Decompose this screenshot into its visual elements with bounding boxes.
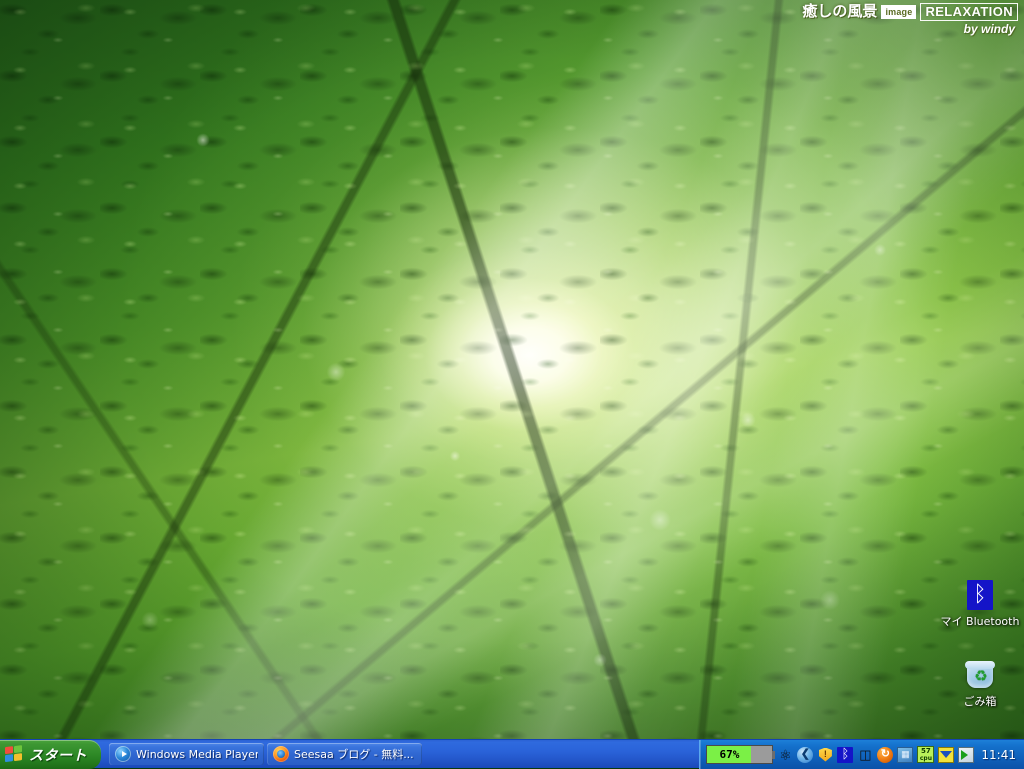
recycle-bin-icon: ♻ [938,658,1022,692]
taskbar: スタート Windows Media Player Seesaa ブログ - 無… [0,739,1024,768]
refresh-circle-icon[interactable]: ↻ [877,747,893,763]
battery-meter-icon[interactable]: 67% [706,745,773,764]
windows-flag-icon [5,744,24,764]
volume-icon[interactable] [938,747,954,763]
taskbar-button-label: Seesaa ブログ - 無料... [294,748,414,761]
windows-media-player-icon [115,746,131,762]
bluetooth-icon[interactable]: ᛒ [837,747,853,763]
canopy-leaf-highlights [0,0,1024,739]
canopy-leaf-texture-dark [0,0,1024,739]
desktop-icon-label: ごみ箱 [938,695,1022,708]
battery-percent-label: 67% [719,749,739,760]
sun-rays-overlay [0,0,1024,739]
tray-clock[interactable]: 11:41 [981,748,1016,762]
bokeh-sparkles [0,0,1024,739]
eject-device-icon[interactable]: ◫ [857,747,873,763]
watermark-author: by windy [802,23,1015,36]
cpu-meter-label: cpu [920,755,932,762]
desktop-icon-recycle-bin[interactable]: ♻ ごみ箱 [938,658,1022,708]
start-button-label: スタート [29,745,87,765]
task-button-list: Windows Media Player Seesaa ブログ - 無料... [101,740,699,768]
watermark-brand: RELAXATION [920,3,1018,21]
bluetooth-icon: ᛒ [938,578,1022,612]
chevron-left-icon[interactable]: ❮ [797,747,813,763]
firefox-icon [273,746,289,762]
taskbar-button-label: Windows Media Player [136,748,258,761]
watermark-title: 癒しの風景 [802,4,877,20]
desktop-wallpaper[interactable]: 癒しの風景 image RELAXATION by windy ᛒ マイ Blu… [0,0,1024,739]
taskbar-button-windows-media-player[interactable]: Windows Media Player [109,743,264,765]
shield-warning-icon[interactable]: ! [817,747,833,763]
cpu-meter-icon[interactable]: 57 cpu [917,746,934,763]
desktop-icon-label: マイ Bluetooth [938,615,1022,628]
canopy-branches [0,0,1024,739]
taskbar-button-seesaa-blog[interactable]: Seesaa ブログ - 無料... [267,743,422,765]
network-icon[interactable]: ▦ [897,747,913,763]
vignette-overlay [0,0,1024,739]
start-button[interactable]: スタート [0,740,101,769]
system-tray: 67% ⚛ ❮ ! ᛒ ◫ ↻ ▦ 57 cpu 11:41 [699,740,1024,769]
power-plug-icon[interactable]: ⚛ [777,747,793,763]
wallpaper-watermark: 癒しの風景 image RELAXATION by windy [802,3,1018,36]
watermark-badge: image [881,5,916,19]
folder-play-icon[interactable] [958,747,974,763]
cpu-meter-value: 57 [921,748,931,755]
desktop-icon-my-bluetooth[interactable]: ᛒ マイ Bluetooth [938,578,1022,628]
